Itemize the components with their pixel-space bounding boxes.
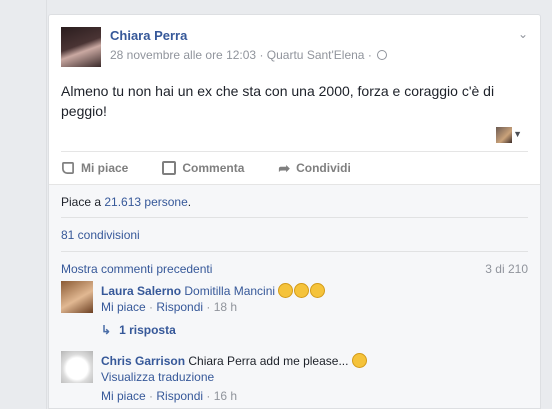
thumbs-up-icon — [62, 162, 74, 174]
wink-emoji-icon — [351, 353, 367, 368]
meta-separator: · — [259, 48, 264, 62]
caret-down-icon[interactable]: ▼ — [513, 129, 522, 139]
likes-prefix: Piace a — [61, 195, 105, 209]
commenter-avatar[interactable] — [61, 281, 93, 313]
see-translation-link[interactable]: Visualizza traduzione — [101, 369, 528, 385]
actor-selector-avatar[interactable] — [496, 127, 512, 143]
chevron-down-icon[interactable]: ⌄ — [518, 27, 528, 41]
comment-body: Chris Garrison Chiara Perra add me pleas… — [101, 353, 528, 404]
comment-like-link[interactable]: Mi piace — [101, 389, 146, 403]
likes-count-link[interactable]: 21.613 persone — [104, 195, 187, 209]
laughing-emoji-icon — [278, 283, 294, 298]
meta-separator: · — [367, 48, 372, 62]
more-comments-row: Mostra commenti precedenti 3 di 210 — [61, 262, 528, 276]
share-icon: ➦ — [278, 160, 291, 176]
divider — [61, 217, 528, 218]
post-text: Almeno tu non hai un ex che sta con una … — [61, 83, 495, 119]
commenter-name[interactable]: Chris Garrison — [101, 354, 185, 368]
mention-link[interactable]: Domitilla Mancini — [184, 284, 275, 298]
comment-time[interactable]: 16 h — [214, 389, 237, 403]
comment-actions: Mi piace · Rispondi · 18 h — [101, 300, 238, 314]
comment-time[interactable]: 18 h — [214, 300, 237, 314]
comment-icon — [162, 161, 177, 175]
like-label: Mi piace — [81, 161, 129, 175]
feedback-section: Piace a 21.613 persone. 81 condivisioni … — [49, 184, 540, 408]
replies-count: 1 risposta — [119, 323, 176, 337]
commenter-avatar[interactable] — [61, 351, 93, 383]
likes-summary: Piace a 21.613 persone. — [61, 195, 528, 209]
share-label: Condividi — [296, 161, 351, 175]
comment-pager-count: 3 di 210 — [485, 262, 528, 276]
comment-reply-link[interactable]: Rispondi — [156, 389, 203, 403]
comment-body: Laura Salerno Domitilla Mancini Mi piace… — [101, 283, 528, 315]
post-card: Chiara Perra 28 novembre alle ore 12:03 … — [48, 14, 541, 409]
comment-button[interactable]: Commenta — [162, 161, 244, 175]
author-avatar[interactable] — [61, 27, 101, 67]
author-name[interactable]: Chiara Perra — [110, 28, 187, 43]
like-button[interactable]: Mi piace — [61, 161, 128, 175]
shares-link[interactable]: 81 condivisioni — [61, 228, 528, 242]
laughing-emoji-icon — [310, 283, 326, 298]
show-previous-comments-link[interactable]: Mostra commenti precedenti — [61, 262, 212, 276]
post-date[interactable]: 28 novembre alle ore 12:03 — [110, 48, 256, 62]
divider — [61, 251, 528, 252]
commenter-name[interactable]: Laura Salerno — [101, 284, 181, 298]
comment-reply-link[interactable]: Rispondi — [156, 300, 203, 314]
post-header: Chiara Perra 28 novembre alle ore 12:03 … — [61, 27, 528, 69]
comment-label: Commenta — [182, 161, 245, 175]
post-location[interactable]: Quartu Sant'Elena — [267, 48, 365, 62]
comment-like-link[interactable]: Mi piace — [101, 300, 146, 314]
laughing-emoji-icon — [294, 283, 310, 298]
post-meta: 28 novembre alle ore 12:03 · Quartu Sant… — [110, 48, 388, 62]
likes-suffix: . — [187, 195, 192, 209]
timeline-divider — [46, 0, 47, 409]
globe-icon[interactable] — [377, 50, 388, 60]
view-replies-link[interactable]: ↳ 1 risposta — [101, 323, 176, 337]
action-bar: Mi piace Commenta ➦ Condividi — [61, 151, 528, 184]
comment-actions: Mi piace · Rispondi · 16 h — [101, 389, 238, 403]
comment-text: Chiara Perra add me please... — [188, 354, 349, 368]
reply-arrow-icon: ↳ — [101, 323, 112, 337]
share-button[interactable]: ➦ Condividi — [278, 161, 350, 175]
